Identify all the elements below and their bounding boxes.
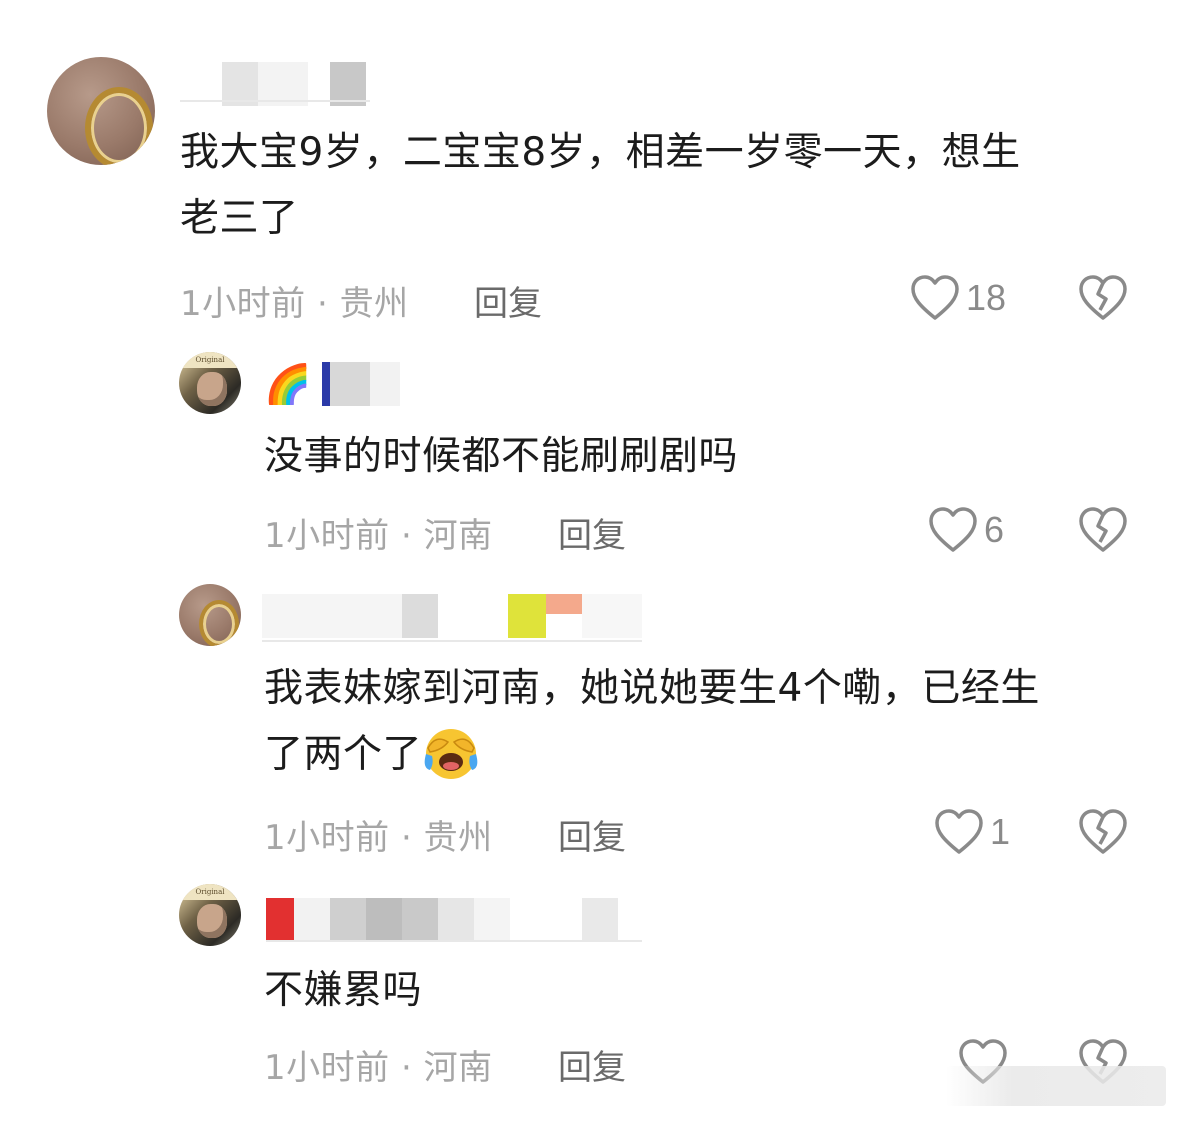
- comment-time: 1小时前: [264, 516, 390, 556]
- broken-heart-icon: [1079, 507, 1127, 552]
- comment-text: 不嫌累吗: [264, 968, 423, 1013]
- comment-location: 河南: [423, 516, 493, 556]
- user-avatar[interactable]: [179, 584, 241, 646]
- comment-location: 贵州: [339, 284, 409, 324]
- reply-button[interactable]: 回复: [558, 810, 626, 859]
- heart-icon: [911, 275, 959, 320]
- user-avatar[interactable]: [47, 57, 155, 165]
- reply-button[interactable]: 回复: [558, 508, 626, 557]
- comment-meta: 1小时前 · 贵州: [264, 818, 493, 858]
- user-avatar[interactable]: Original: [179, 884, 241, 946]
- laughing-crying-emoji-icon: [422, 724, 480, 782]
- comment-meta: 1小时前 · 河南: [264, 516, 493, 556]
- comment-text: 没事的时候都不能刷刷剧吗: [264, 434, 739, 479]
- comment-meta: 1小时前 · 河南: [264, 1048, 493, 1088]
- like-count: 1: [990, 811, 1011, 852]
- broken-heart-icon: [1079, 809, 1127, 854]
- username-blurred[interactable]: 🌈: [264, 362, 400, 406]
- comment-text: 我大宝9岁，二宝宝8岁，相差一岁零一天，想生 老三了: [180, 130, 1021, 241]
- reply-button[interactable]: 回复: [558, 1040, 626, 1089]
- like-count: 18: [966, 277, 1007, 318]
- comment-time: 1小时前: [264, 1048, 390, 1088]
- username-blurred[interactable]: [266, 898, 642, 942]
- like-count: 6: [984, 509, 1005, 550]
- comment-meta: 1小时前 · 贵州: [180, 284, 409, 324]
- dislike-button[interactable]: [1078, 506, 1128, 558]
- like-button[interactable]: 18: [910, 274, 1006, 322]
- comment-location: 贵州: [423, 818, 493, 858]
- user-avatar[interactable]: Original: [179, 352, 241, 414]
- reply-button[interactable]: 回复: [474, 276, 542, 325]
- username-blurred[interactable]: [262, 594, 642, 638]
- dislike-button[interactable]: [1078, 808, 1128, 860]
- heart-icon: [929, 507, 977, 552]
- broken-heart-icon: [1079, 275, 1127, 320]
- watermark: [946, 1066, 1166, 1106]
- like-button[interactable]: 1: [934, 808, 1010, 856]
- comment-time: 1小时前: [180, 284, 306, 324]
- dislike-button[interactable]: [1078, 274, 1128, 326]
- comment-time: 1小时前: [264, 818, 390, 858]
- like-button[interactable]: 6: [928, 506, 1004, 554]
- comment-text: 我表妹嫁到河南，她说她要生4个嘞，已经生 了两个了: [264, 656, 1144, 788]
- comment-location: 河南: [423, 1048, 493, 1088]
- rainbow-emoji-icon: 🌈: [264, 362, 312, 406]
- heart-icon: [935, 809, 983, 854]
